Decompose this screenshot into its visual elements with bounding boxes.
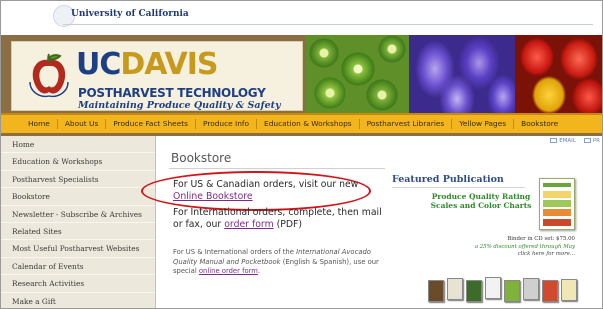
produce-logo-icon <box>29 53 69 98</box>
avocado-label: For US & International orders of the <box>173 248 297 256</box>
nav-postharvest-libraries[interactable]: Postharvest Libraries <box>360 119 453 129</box>
peppers-photo <box>515 35 602 113</box>
nav-yellow-pages[interactable]: Yellow Pages <box>452 119 515 129</box>
sidebar-item-postharvest-specialists[interactable]: Postharvest Specialists <box>1 171 155 189</box>
sidebar-item-education-workshops[interactable]: Education & Workshops <box>1 153 155 171</box>
publication-cover-image[interactable] <box>539 178 575 230</box>
email-button[interactable]: EMAIL <box>550 138 576 144</box>
email-label: EMAIL <box>559 138 576 144</box>
nav-home[interactable]: Home <box>21 119 58 129</box>
main-nav: Home About Us Produce Fact Sheets Produc… <box>1 113 602 136</box>
pdf-note: (PDF) <box>273 218 302 230</box>
book-thumbnail[interactable] <box>561 279 577 301</box>
online-bookstore-link[interactable]: Online Bookstore <box>173 191 253 202</box>
main-content: EMAIL PR Bookstore For US & Canadian ord… <box>141 136 602 308</box>
uc-system-bar: University of California <box>1 1 602 35</box>
book-thumbnail[interactable] <box>542 280 558 302</box>
nav-education-workshops[interactable]: Education & Workshops <box>257 119 360 129</box>
sidebar-item-useful-websites[interactable]: Most Useful Postharvest Websites <box>1 240 155 258</box>
book-thumbnail[interactable] <box>485 277 501 299</box>
iris-photo <box>409 35 515 113</box>
program-name: POSTHARVEST TECHNOLOGY <box>78 86 266 100</box>
avocado-orders-text: For US & International orders of the Int… <box>173 248 388 277</box>
order-form-link[interactable]: order form <box>224 219 273 230</box>
us-orders-text: For US & Canadian orders, visit our new … <box>173 179 383 202</box>
tagline: Maintaining Produce Quality & Safety <box>78 100 281 111</box>
book-thumbnail[interactable] <box>447 278 463 300</box>
discount-note: a 25% discount offered through May <box>474 243 575 250</box>
book-thumbnail[interactable] <box>466 280 482 302</box>
sidebar-item-home[interactable]: Home <box>1 136 155 154</box>
book-thumbnail[interactable] <box>428 280 444 302</box>
print-icon <box>583 138 591 143</box>
intl-orders-text: For International orders, complete, then… <box>173 207 385 230</box>
nav-produce-fact-sheets[interactable]: Produce Fact Sheets <box>106 119 196 129</box>
site-header: UCDAVIS POSTHARVEST TECHNOLOGY Maintaini… <box>1 35 602 113</box>
print-button[interactable]: PR <box>583 138 600 144</box>
binder-price: Binder in CD set: $75.00 <box>507 236 575 242</box>
sidebar-item-related-sites[interactable]: Related Sites <box>1 223 155 241</box>
sidebar-item-bookstore[interactable]: Bookstore <box>1 188 155 206</box>
logo-panel[interactable]: UCDAVIS POSTHARVEST TECHNOLOGY Maintaini… <box>11 41 303 111</box>
more-link[interactable]: click here for more... <box>450 251 575 259</box>
featured-title-link[interactable]: Produce Quality Rating Scales and Color … <box>426 192 536 210</box>
sidebar-item-newsletter[interactable]: Newsletter - Subscribe & Archives <box>1 206 155 223</box>
sidebar-item-calendar[interactable]: Calendar of Events <box>1 258 155 276</box>
page-tools: EMAIL PR <box>550 138 600 144</box>
nav-bookstore[interactable]: Bookstore <box>514 119 565 129</box>
ucdavis-wordmark: UCDAVIS <box>76 47 218 82</box>
nav-produce-info[interactable]: Produce Info <box>196 119 258 129</box>
us-orders-label: For US & Canadian orders, visit our new <box>173 179 359 190</box>
email-icon <box>550 138 558 143</box>
sidebar-item-make-a-gift[interactable]: Make a Gift <box>1 293 155 308</box>
divider <box>63 24 593 25</box>
book-thumbnail[interactable] <box>523 278 539 300</box>
online-order-form-link[interactable]: online order form <box>199 267 258 275</box>
divider <box>169 168 385 169</box>
page-title: Bookstore <box>171 151 232 165</box>
sidebar: Home Education & Workshops Postharvest S… <box>1 136 156 308</box>
divider <box>392 187 525 188</box>
browser-viewport: University of California UCDAVIS POSTHAR… <box>0 0 603 309</box>
publication-thumbnails[interactable] <box>428 274 578 304</box>
kiwi-photo <box>306 35 409 113</box>
book-thumbnail[interactable] <box>504 280 520 302</box>
uc-system-link[interactable]: University of California <box>71 9 189 19</box>
featured-publication: Featured Publication Produce Quality Rat… <box>392 174 602 308</box>
featured-details: Binder in CD set: $75.00 a 25% discount … <box>450 236 575 259</box>
sidebar-item-research[interactable]: Research Activities <box>1 275 155 293</box>
nav-about-us[interactable]: About Us <box>58 119 107 129</box>
avocado-period: . <box>257 267 261 275</box>
print-label: PR <box>592 138 600 144</box>
